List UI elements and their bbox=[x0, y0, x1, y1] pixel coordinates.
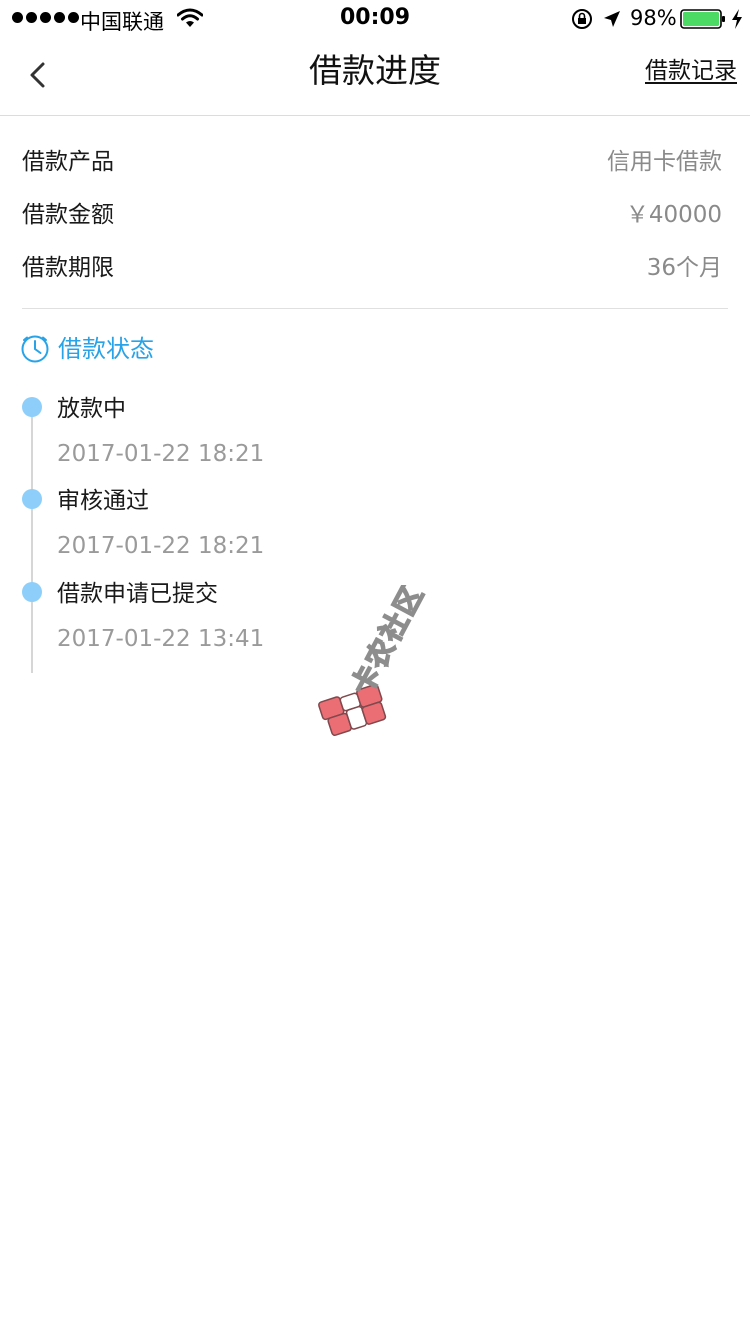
timeline-step-title: 借款申请已提交 bbox=[57, 581, 218, 607]
timeline-step: 放款中 2017-01-22 18:21 bbox=[0, 385, 750, 477]
timeline-dot bbox=[22, 397, 42, 417]
timeline-step-time: 2017-01-22 18:21 bbox=[57, 441, 265, 467]
timeline-dot bbox=[22, 582, 42, 602]
watermark-text: 卡农社区 bbox=[345, 585, 430, 700]
timeline-dot bbox=[22, 489, 42, 509]
info-value: 36个月 bbox=[646, 255, 722, 281]
timeline-step-time: 2017-01-22 18:21 bbox=[57, 533, 265, 559]
charging-icon bbox=[732, 9, 742, 29]
watermark-logo: 卡农社区 bbox=[318, 585, 431, 736]
battery-icon bbox=[680, 9, 725, 29]
info-value: 信用卡借款 bbox=[607, 149, 722, 175]
loan-info-section: 借款产品 信用卡借款 借款金额 ￥40000 借款期限 36个月 bbox=[22, 136, 728, 295]
battery-percent: 98% bbox=[630, 6, 677, 30]
info-row-term: 借款期限 36个月 bbox=[22, 242, 728, 295]
info-label: 借款产品 bbox=[22, 149, 114, 175]
info-label: 借款期限 bbox=[22, 255, 114, 281]
section-divider bbox=[22, 308, 728, 309]
info-value: ￥40000 bbox=[625, 202, 722, 228]
location-arrow-icon bbox=[604, 11, 620, 27]
info-row-amount: 借款金额 ￥40000 bbox=[22, 189, 728, 242]
rotation-lock-icon bbox=[572, 9, 592, 29]
timeline-step: 审核通过 2017-01-22 18:21 bbox=[0, 477, 750, 569]
loan-records-link[interactable]: 借款记录 bbox=[645, 56, 737, 86]
clock-icon bbox=[21, 335, 49, 363]
timeline-step-title: 审核通过 bbox=[57, 488, 149, 514]
info-label: 借款金额 bbox=[22, 202, 114, 228]
loan-status-title: 借款状态 bbox=[58, 335, 154, 363]
loan-progress-page: 中国联通 00:09 98% 借款进度 借款记录 借款产品 信用卡借款 借款金额… bbox=[0, 0, 750, 1334]
timeline-step-title: 放款中 bbox=[57, 396, 126, 422]
timeline-step-time: 2017-01-22 13:41 bbox=[57, 626, 265, 652]
page-title: 借款进度 bbox=[309, 51, 441, 90]
info-row-product: 借款产品 信用卡借款 bbox=[22, 136, 728, 189]
navigation-bar: 借款进度 借款记录 bbox=[0, 40, 750, 116]
status-bar: 中国联通 00:09 98% bbox=[0, 0, 750, 40]
loan-status-header: 借款状态 bbox=[20, 332, 154, 366]
